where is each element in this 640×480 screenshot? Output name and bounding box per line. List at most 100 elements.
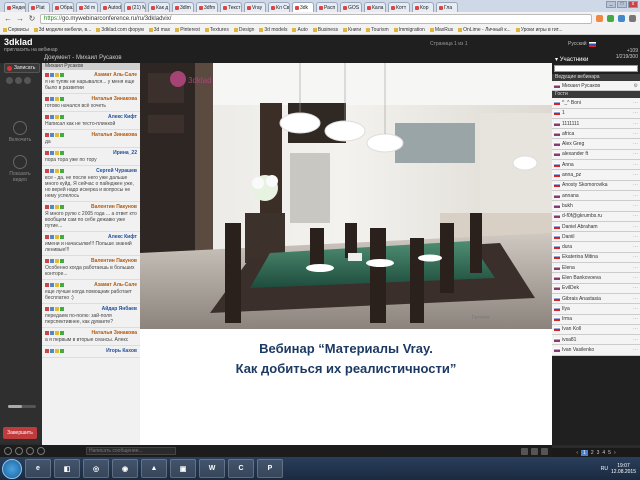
warn-icon[interactable] bbox=[55, 259, 59, 263]
more-icon[interactable]: ⋯ bbox=[633, 244, 638, 250]
guest-row[interactable]: Daniel Abraham ⋯ bbox=[552, 221, 640, 233]
reply-icon[interactable] bbox=[50, 349, 54, 353]
reload-icon[interactable]: ↻ bbox=[28, 14, 36, 23]
reply-icon[interactable] bbox=[50, 169, 54, 173]
guest-row[interactable]: ivsa81 ⋯ bbox=[552, 335, 640, 346]
browser-tab[interactable]: Vray bbox=[244, 2, 266, 12]
minimize-button[interactable]: _ bbox=[606, 1, 616, 8]
delete-icon[interactable] bbox=[45, 331, 49, 335]
taskbar-app-button[interactable]: P bbox=[257, 459, 283, 478]
bookmark-item[interactable]: Pinterest bbox=[175, 27, 200, 33]
bookmark-item[interactable]: Design bbox=[234, 27, 255, 33]
browser-tab[interactable]: Кор bbox=[412, 2, 434, 12]
language-selector[interactable]: Русский bbox=[568, 41, 596, 47]
warn-icon[interactable] bbox=[55, 205, 59, 209]
delete-icon[interactable] bbox=[45, 73, 49, 77]
warn-icon[interactable] bbox=[55, 151, 59, 155]
delete-icon[interactable] bbox=[45, 235, 49, 239]
like-icon[interactable] bbox=[60, 151, 64, 155]
participant-search-input[interactable] bbox=[554, 65, 638, 72]
reply-icon[interactable] bbox=[50, 115, 54, 119]
layout-icon[interactable] bbox=[541, 447, 548, 455]
settings-icon[interactable] bbox=[24, 77, 31, 84]
guest-row[interactable]: anna_pz ⋯ bbox=[552, 170, 640, 181]
more-icon[interactable]: ⋯ bbox=[633, 347, 638, 353]
like-icon[interactable] bbox=[60, 235, 64, 239]
page-link[interactable]: › bbox=[614, 450, 616, 456]
maximize-button[interactable]: □ bbox=[617, 1, 627, 8]
bookmark-item[interactable]: Auto bbox=[292, 27, 307, 33]
bookmark-item[interactable]: OnLime - Личный к... bbox=[458, 27, 511, 33]
guest-row[interactable]: Ekaterina Mitina ⋯ bbox=[552, 252, 640, 264]
warn-icon[interactable] bbox=[55, 169, 59, 173]
host-row[interactable]: Михаил Русаков ⚙ bbox=[552, 81, 640, 92]
menu-icon[interactable] bbox=[629, 15, 636, 22]
like-icon[interactable] bbox=[60, 259, 64, 263]
browser-tab[interactable]: Текст bbox=[220, 2, 242, 12]
more-icon[interactable]: ⋯ bbox=[633, 131, 638, 137]
guest-row[interactable]: alexander ft ⋯ bbox=[552, 149, 640, 161]
guest-row[interactable]: Ivan Vasilenko ⋯ bbox=[552, 345, 640, 356]
browser-tab[interactable]: (21) M bbox=[124, 2, 146, 12]
more-icon[interactable]: ⋯ bbox=[633, 326, 638, 332]
show-video-button[interactable]: Показать видео bbox=[8, 155, 32, 183]
page-link[interactable]: 4 bbox=[602, 450, 605, 456]
invite-link[interactable]: пригласить на вебинар bbox=[4, 47, 58, 53]
camera-icon[interactable] bbox=[15, 77, 22, 84]
bookmark-item[interactable]: Tourism bbox=[366, 27, 389, 33]
page-link[interactable]: ‹ bbox=[576, 450, 578, 456]
bookmark-item[interactable]: Сервисы bbox=[3, 27, 29, 33]
more-icon[interactable]: ⋯ bbox=[633, 121, 638, 127]
more-icon[interactable]: ⋯ bbox=[633, 265, 638, 271]
warn-icon[interactable] bbox=[55, 307, 59, 311]
taskbar-app-button[interactable]: C bbox=[228, 459, 254, 478]
like-icon[interactable] bbox=[60, 283, 64, 287]
chat-message-list[interactable]: Азамат Аль-Сале я не тупяк не нарывался..… bbox=[42, 70, 140, 358]
extension-icon[interactable] bbox=[618, 15, 625, 22]
delete-icon[interactable] bbox=[45, 115, 49, 119]
warn-icon[interactable] bbox=[55, 349, 59, 353]
guest-row[interactable]: Anosty Skomorovika ⋯ bbox=[552, 180, 640, 191]
page-link[interactable]: 1 bbox=[581, 449, 588, 456]
browser-tab[interactable]: Расп bbox=[316, 2, 338, 12]
clock[interactable]: 19:07 12.08.2015 bbox=[611, 463, 636, 475]
fullscreen-icon[interactable] bbox=[521, 447, 528, 455]
bookmark-item[interactable]: Business bbox=[313, 27, 338, 33]
browser-tab[interactable]: 3dlm bbox=[172, 2, 194, 12]
like-icon[interactable] bbox=[60, 205, 64, 209]
more-icon[interactable]: ⋯ bbox=[633, 285, 638, 291]
bookmark-item[interactable]: Уроки игры в гит... bbox=[516, 27, 563, 33]
bookmark-item[interactable]: Textures bbox=[205, 27, 229, 33]
browser-tab[interactable]: Гла bbox=[436, 2, 458, 12]
warn-icon[interactable] bbox=[55, 235, 59, 239]
more-icon[interactable]: ⋯ bbox=[633, 213, 638, 219]
delete-icon[interactable] bbox=[45, 259, 49, 263]
bookmark-item[interactable]: Immigration bbox=[394, 27, 425, 33]
more-icon[interactable]: ⋯ bbox=[633, 110, 638, 116]
guest-row[interactable]: Alex Greg ⋯ bbox=[552, 139, 640, 150]
warn-icon[interactable] bbox=[55, 283, 59, 287]
like-icon[interactable] bbox=[60, 97, 64, 101]
page-link[interactable]: 2 bbox=[591, 450, 594, 456]
delete-icon[interactable] bbox=[45, 307, 49, 311]
microphone-icon[interactable] bbox=[15, 447, 23, 455]
guest-row[interactable]: d-f0f@gkrumbs.ru ⋯ bbox=[552, 211, 640, 222]
reply-icon[interactable] bbox=[50, 73, 54, 77]
reply-icon[interactable] bbox=[50, 307, 54, 311]
browser-tab[interactable]: Котт bbox=[388, 2, 410, 12]
reply-icon[interactable] bbox=[50, 283, 54, 287]
volume-slider[interactable] bbox=[8, 405, 36, 408]
bookmark-item[interactable]: MaxRus bbox=[430, 27, 453, 33]
browser-tab[interactable]: 3dk bbox=[292, 2, 314, 12]
keyboard-language[interactable]: RU bbox=[601, 466, 608, 472]
taskbar-app-button[interactable]: ◎ bbox=[83, 459, 109, 478]
warn-icon[interactable] bbox=[55, 115, 59, 119]
guest-row[interactable]: Anna ⋯ bbox=[552, 160, 640, 171]
share-icon[interactable] bbox=[531, 447, 538, 455]
taskbar-app-button[interactable]: ▣ bbox=[170, 459, 196, 478]
more-icon[interactable]: ⋯ bbox=[633, 254, 638, 260]
more-icon[interactable]: ⋯ bbox=[633, 162, 638, 168]
guest-row[interactable]: 1111111 ⋯ bbox=[552, 118, 640, 130]
reply-icon[interactable] bbox=[50, 97, 54, 101]
delete-icon[interactable] bbox=[45, 97, 49, 101]
